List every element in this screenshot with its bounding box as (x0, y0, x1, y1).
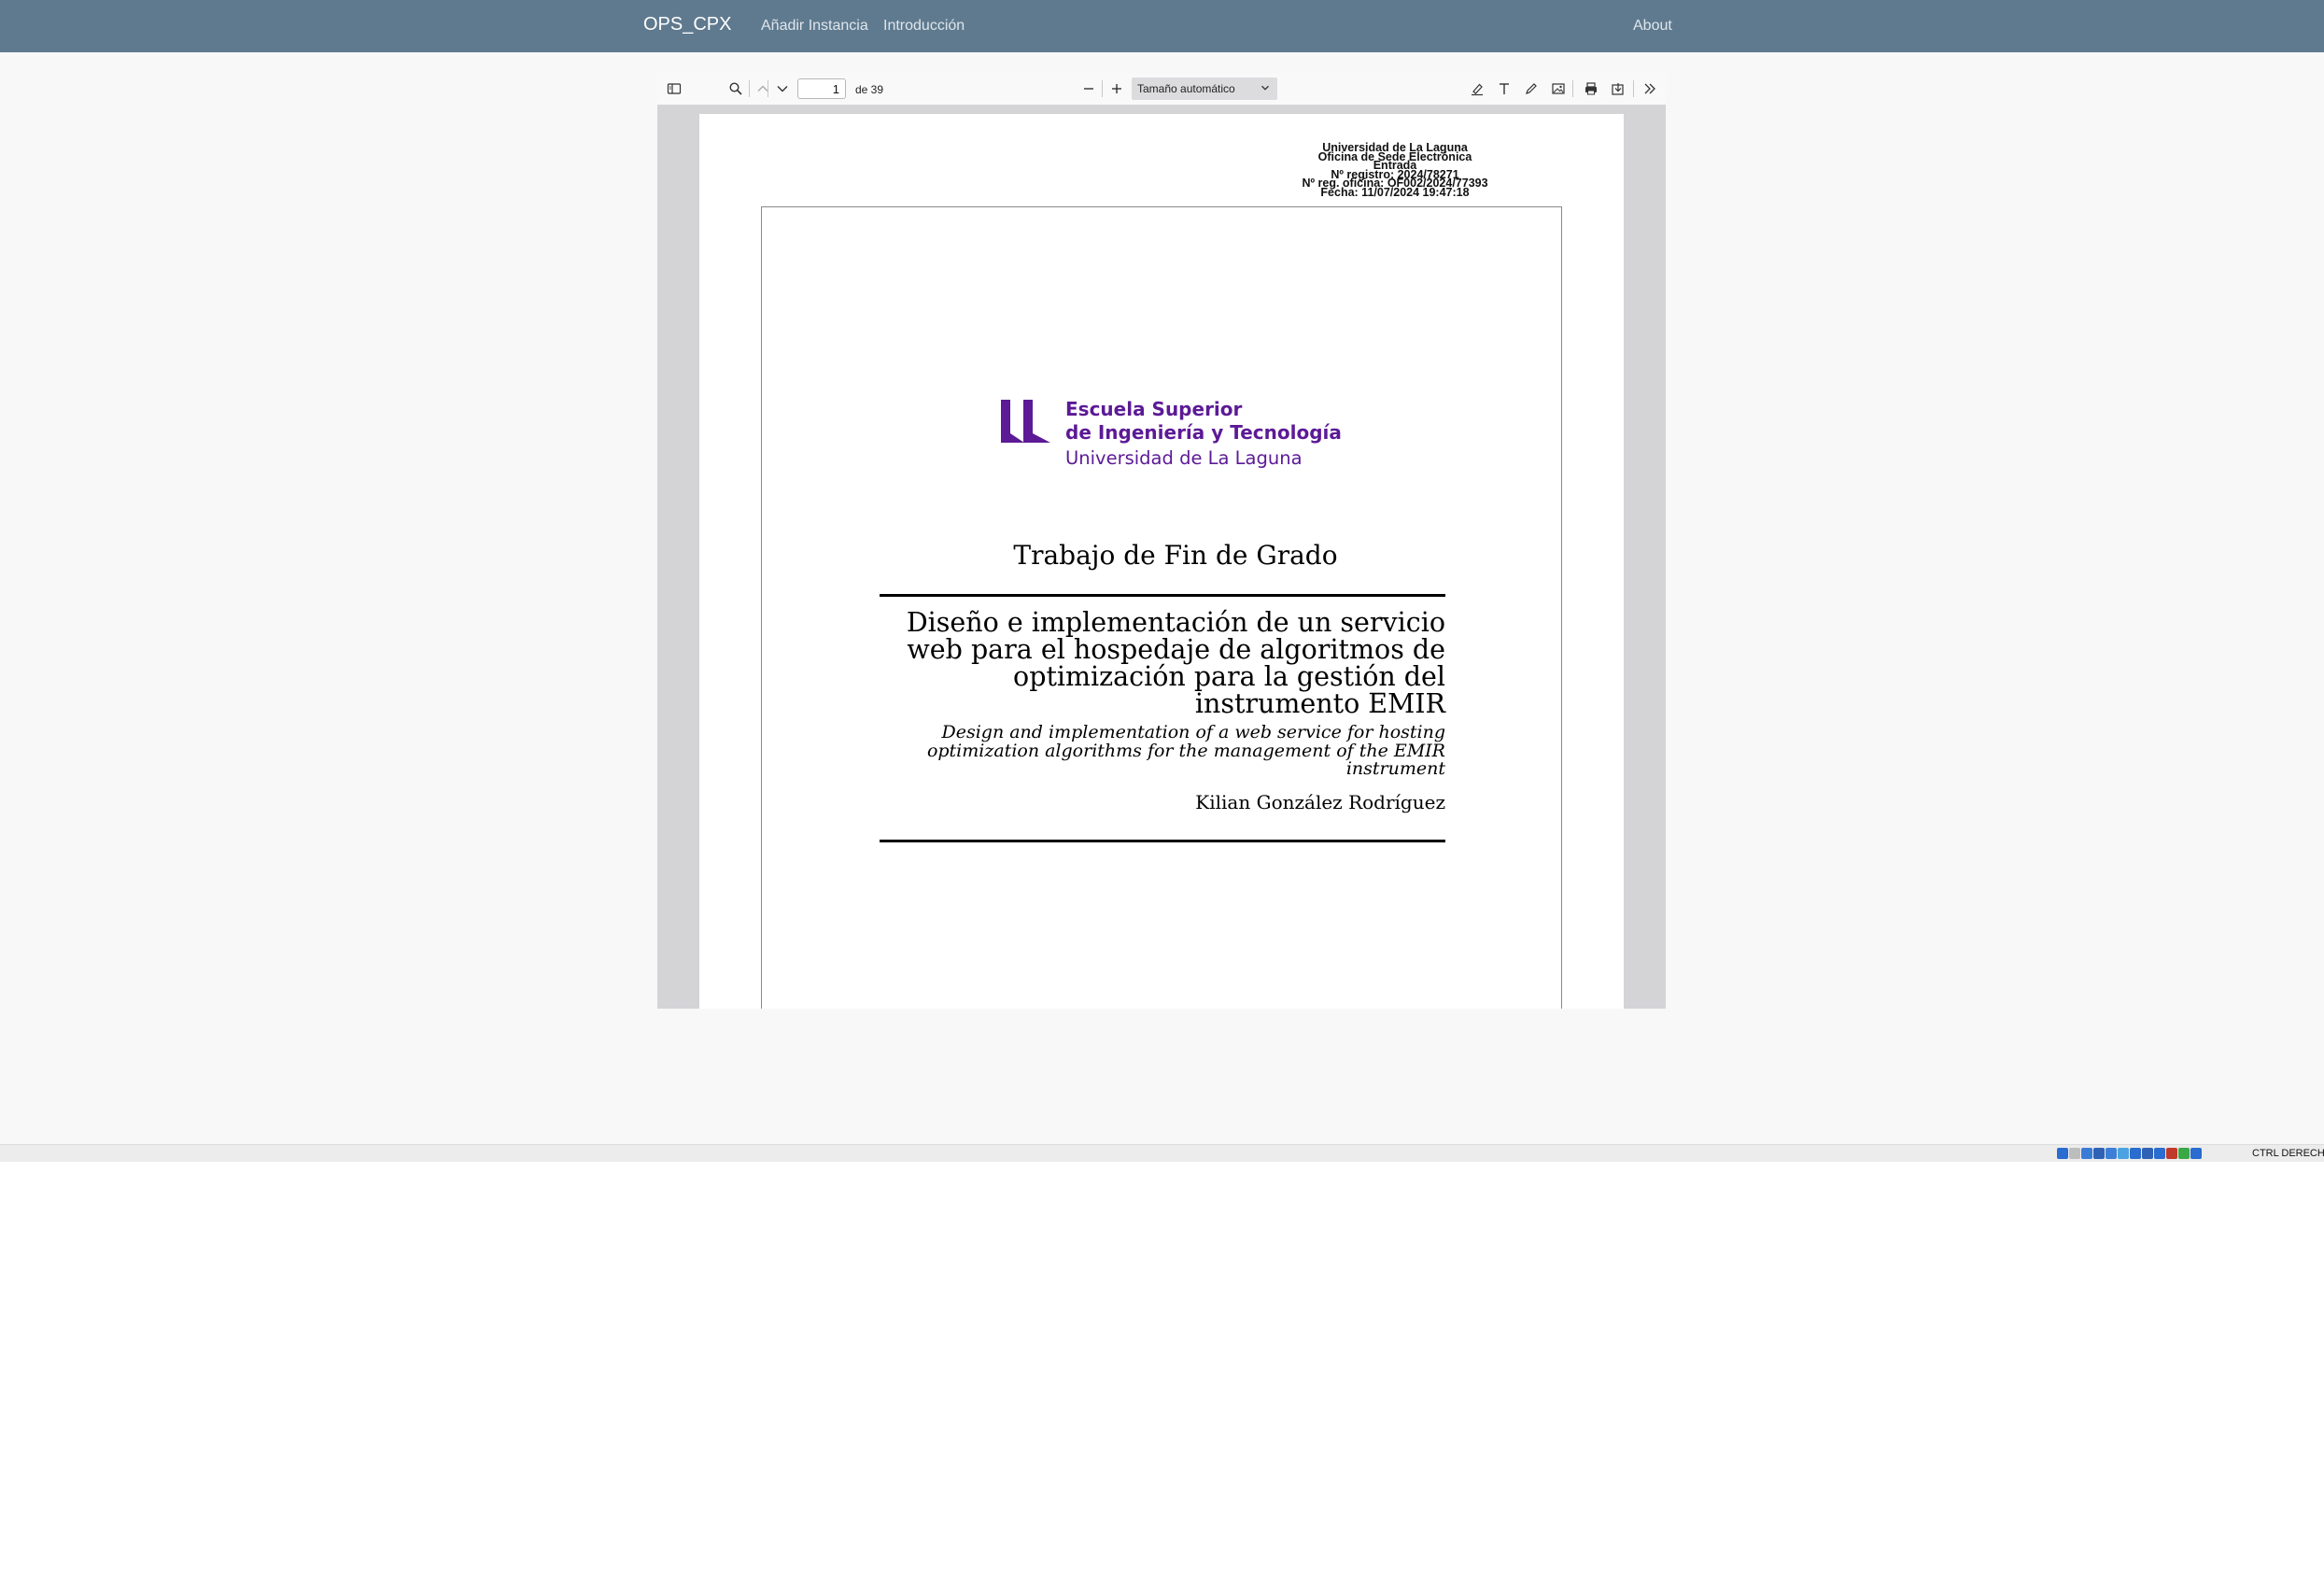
pdf-toolbar: 1 de 39 Tamaño automático (657, 73, 1666, 106)
document-heading: Trabajo de Fin de Grado (1013, 540, 1338, 571)
nav-about-link[interactable]: About (1633, 18, 1672, 35)
school-logo-mark-icon (1001, 400, 1050, 443)
zoom-in-icon[interactable] (1107, 79, 1126, 98)
text-icon[interactable] (1495, 79, 1514, 98)
title-es-line: Diseño e implementación de un servicio (906, 607, 1445, 638)
sidebar-toggle-icon[interactable] (665, 79, 683, 98)
page-number-input[interactable]: 1 (797, 78, 846, 99)
tray-globe-icon[interactable] (2178, 1148, 2190, 1159)
tray-optical-icon[interactable] (2069, 1148, 2080, 1159)
draw-icon[interactable] (1522, 79, 1541, 98)
toolbar-separator (1102, 80, 1103, 97)
zoom-out-icon[interactable] (1079, 79, 1098, 98)
logo-line-2: de Ingeniería y Tecnología (1065, 421, 1342, 444)
nav-add-instance-link[interactable]: Añadir Instancia (761, 18, 868, 35)
zoom-select[interactable]: Tamaño automático (1132, 78, 1277, 100)
save-icon[interactable] (1609, 79, 1627, 98)
image-icon[interactable] (1549, 79, 1568, 98)
tray-network-icon[interactable] (2093, 1148, 2105, 1159)
brand-link[interactable]: OPS_CPX (643, 14, 731, 35)
print-icon[interactable] (1582, 79, 1600, 98)
tray-cpu-icon[interactable] (2154, 1148, 2165, 1159)
stamp-line: Fecha: 11/07/2024 19:47:18 (1320, 185, 1470, 199)
search-icon[interactable] (726, 79, 745, 98)
pdf-viewer: 1 de 39 Tamaño automático Universidad de… (657, 73, 1666, 1009)
navbar: OPS_CPX Añadir Instancia Introducción Ab… (0, 0, 2324, 52)
document-title-english: Design and implementation of a web servi… (880, 722, 1445, 779)
zoom-select-value: Tamaño automático (1137, 82, 1235, 95)
toolbar-separator (1572, 80, 1573, 97)
page-total-label: de 39 (855, 83, 884, 96)
title-rule-bottom (880, 840, 1445, 842)
tray-shared-folder-icon[interactable] (2118, 1148, 2129, 1159)
chevron-down-icon (1261, 85, 1269, 91)
title-en-line: instrument (1345, 758, 1445, 779)
vm-status-bar: CTRL DERECHA (0, 1144, 2324, 1162)
tray-usb-icon[interactable] (2106, 1148, 2117, 1159)
previous-page-icon[interactable] (754, 79, 772, 98)
logo-line-1: Escuela Superior (1065, 398, 1243, 420)
tray-mouse-icon[interactable] (2190, 1148, 2202, 1159)
tray-recording-icon[interactable] (2142, 1148, 2153, 1159)
tray-storage-icon[interactable] (2057, 1148, 2068, 1159)
title-es-line: instrumento EMIR (1194, 688, 1445, 719)
title-rule-top (880, 594, 1445, 597)
highlight-icon[interactable] (1468, 79, 1486, 98)
nav-introduction-link[interactable]: Introducción (883, 18, 965, 35)
toolbar-separator (749, 80, 750, 97)
title-es-line: web para el hospedaje de algoritmos de (907, 634, 1445, 665)
host-key-label: CTRL DERECHA (2252, 1148, 2324, 1159)
title-en-line: Design and implementation of a web servi… (941, 722, 1445, 742)
tray-display-icon[interactable] (2130, 1148, 2141, 1159)
document-author: Kilian González Rodríguez (1195, 791, 1445, 813)
tray-activity-icon[interactable] (2166, 1148, 2177, 1159)
tray-audio-icon[interactable] (2081, 1148, 2092, 1159)
next-page-icon[interactable] (773, 79, 792, 98)
toolbar-separator (1633, 80, 1634, 97)
registry-stamp: Universidad de La Laguna Oficina de Sede… (1260, 142, 1530, 199)
logo-line-3: Universidad de La Laguna (1065, 447, 1303, 469)
more-tools-icon[interactable] (1641, 79, 1659, 98)
app-window: OPS_CPX Añadir Instancia Introducción Ab… (0, 0, 2324, 1144)
document-title-spanish: Diseño e implementación de un servicio w… (880, 609, 1445, 717)
pdf-page: Universidad de La Laguna Oficina de Sede… (699, 114, 1624, 1009)
title-es-line: optimización para la gestión del (1013, 661, 1445, 692)
